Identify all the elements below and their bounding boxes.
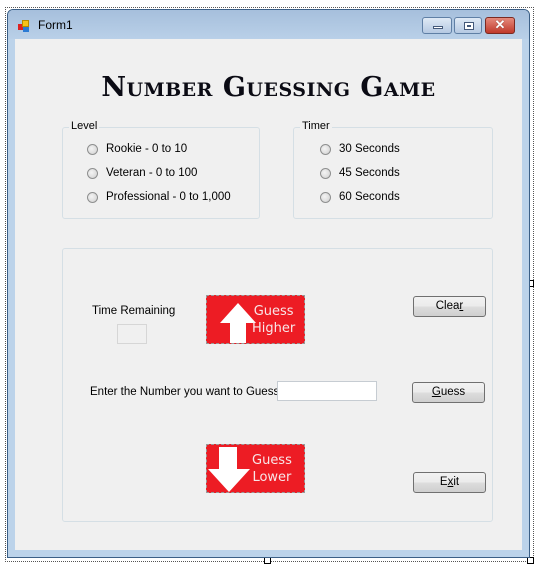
minimize-icon bbox=[433, 26, 443, 29]
radio-label: Veteran - 0 to 100 bbox=[106, 167, 198, 179]
enter-number-label: Enter the Number you want to Guess: bbox=[90, 386, 283, 398]
maximize-button[interactable] bbox=[454, 17, 482, 34]
radio-button-circle[interactable] bbox=[87, 143, 98, 155]
level-group-label: Level bbox=[69, 120, 100, 132]
exit-button[interactable]: Exit bbox=[413, 472, 486, 493]
radio-button-circle[interactable] bbox=[320, 191, 331, 203]
radio-label: 60 Seconds bbox=[339, 191, 400, 203]
radio-button-circle[interactable] bbox=[320, 143, 331, 155]
guess-lower-indicator: Guess Lower bbox=[206, 444, 305, 493]
winforms-app-icon bbox=[18, 20, 32, 32]
guess-higher-text: Guess Higher bbox=[252, 304, 296, 336]
timer-group-label: Timer bbox=[300, 120, 332, 132]
title-bar[interactable]: Form1 ✕ bbox=[8, 10, 529, 39]
time-remaining-label: Time Remaining bbox=[92, 305, 176, 317]
time-remaining-display bbox=[117, 324, 147, 344]
radio-level-rookie[interactable]: Rookie - 0 to 10 bbox=[87, 143, 187, 155]
radio-label: 30 Seconds bbox=[339, 143, 400, 155]
resize-handle-corner[interactable] bbox=[527, 557, 534, 564]
resize-handle-bottom[interactable] bbox=[264, 557, 271, 564]
guess-higher-indicator: Guess Higher bbox=[206, 295, 305, 344]
radio-label: Professional - 0 to 1,000 bbox=[106, 191, 231, 203]
timer-groupbox: Timer 30 Seconds 45 Seconds 60 Seconds bbox=[293, 120, 493, 219]
guess-number-input[interactable] bbox=[277, 381, 377, 401]
close-icon: ✕ bbox=[494, 17, 506, 32]
radio-timer-60[interactable]: 60 Seconds bbox=[320, 191, 400, 203]
radio-label: 45 Seconds bbox=[339, 167, 400, 179]
radio-timer-45[interactable]: 45 Seconds bbox=[320, 167, 400, 179]
clear-button[interactable]: Clear bbox=[413, 296, 486, 317]
radio-level-veteran[interactable]: Veteran - 0 to 100 bbox=[87, 167, 197, 179]
radio-level-professional[interactable]: Professional - 0 to 1,000 bbox=[87, 191, 231, 203]
guess-lower-text: Guess Lower bbox=[252, 453, 292, 485]
page-title: Number Guessing Game bbox=[101, 72, 436, 103]
form-client-area: Number Guessing Game Level Rookie - 0 to… bbox=[15, 39, 522, 550]
maximize-icon bbox=[464, 22, 474, 30]
guess-button[interactable]: Guess bbox=[412, 382, 485, 403]
window-title: Form1 bbox=[38, 18, 73, 32]
level-groupbox: Level Rookie - 0 to 10 Veteran - 0 to 10… bbox=[62, 120, 260, 219]
arrow-down-icon bbox=[208, 447, 250, 492]
radio-button-circle[interactable] bbox=[87, 167, 98, 179]
radio-timer-30[interactable]: 30 Seconds bbox=[320, 143, 400, 155]
game-panel: Time Remaining Guess Higher Enter the Nu… bbox=[62, 248, 493, 522]
radio-button-circle[interactable] bbox=[87, 191, 98, 203]
form-window: Form1 ✕ Number Guessing Game Level Rooki… bbox=[7, 9, 530, 558]
radio-label: Rookie - 0 to 10 bbox=[106, 143, 188, 155]
radio-button-circle[interactable] bbox=[320, 167, 331, 179]
close-button[interactable]: ✕ bbox=[485, 17, 515, 34]
minimize-button[interactable] bbox=[422, 17, 452, 34]
